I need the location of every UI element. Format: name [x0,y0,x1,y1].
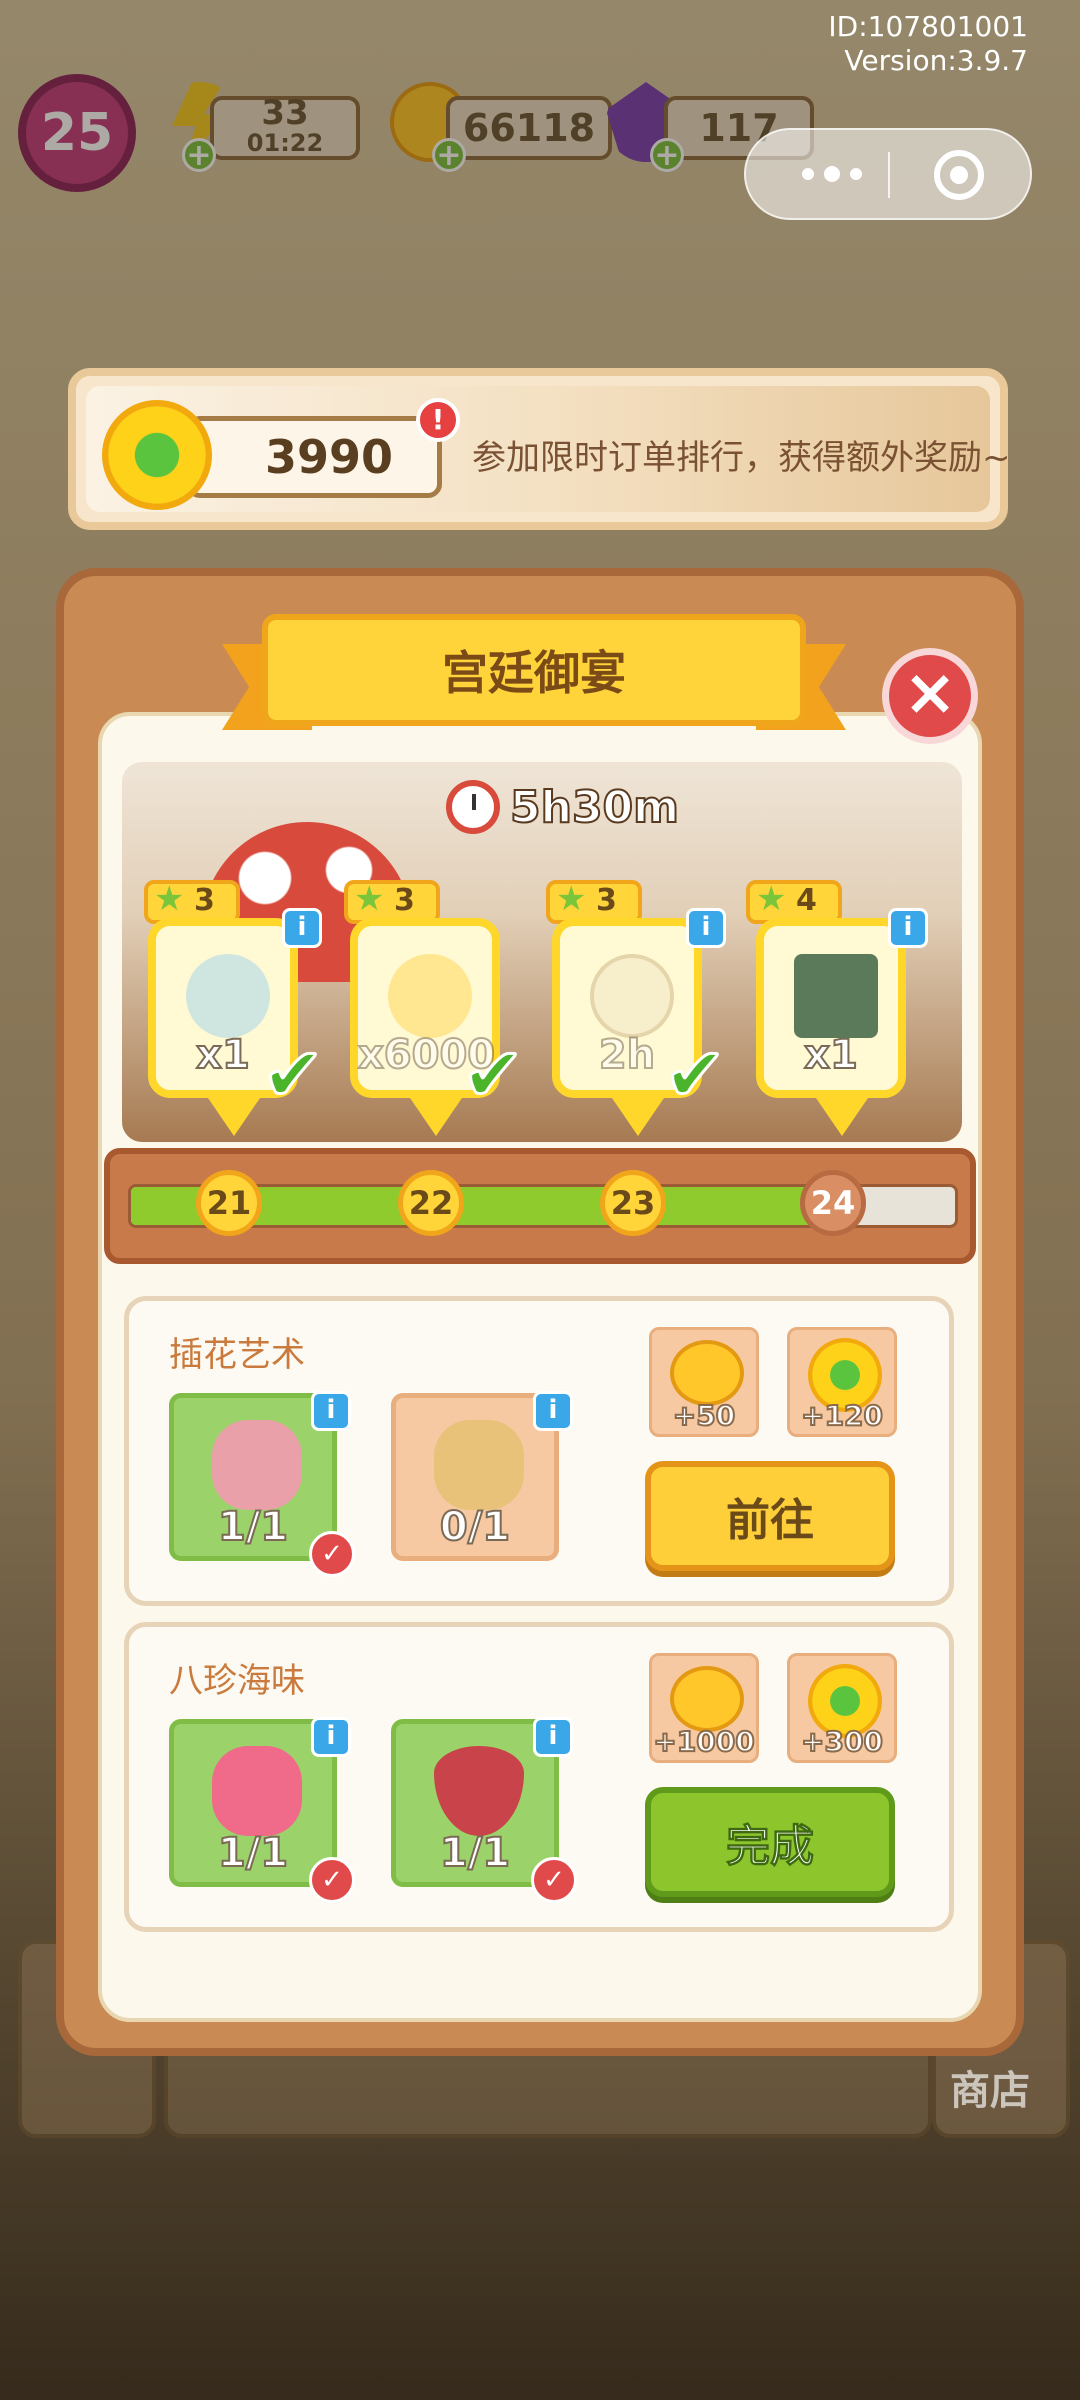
fountain-icon [186,954,270,1038]
milestone-node: 21 [196,1170,262,1236]
task-title: 插花艺术 [169,1335,305,1375]
ranking-banner[interactable]: 3990 ! 参加限时订单排行，获得额外奖励~ [68,368,1011,530]
build-id: ID:107801001 [828,10,1028,43]
reward-flower: +120 [787,1327,897,1437]
title-ribbon: 宫廷御宴 [222,614,846,738]
info-icon[interactable]: i [311,1717,351,1757]
bouquet-icon [212,1746,302,1836]
milestone-node: 24 [800,1170,866,1236]
mini-program-capsule [744,128,1032,220]
reward-pointer [208,1098,260,1136]
checkmark-icon: ✔ [460,1031,525,1120]
reward-pointer [816,1098,868,1136]
done-check-icon: ✓ [531,1857,577,1903]
reward-value: +120 [800,1398,884,1433]
capsule-divider [888,152,890,198]
coin-icon [388,954,472,1038]
coin-icon [670,1666,744,1732]
flower-gem-icon [102,400,212,510]
event-timer: 5h30m [446,780,680,834]
ranking-score: 3990 [186,416,442,498]
reward-coin: +1000 [649,1653,759,1763]
bottle-icon [212,1420,302,1510]
checkmark-icon: ✔ [260,1031,325,1120]
timer-text: 5h30m [509,781,680,834]
go-button[interactable]: 前往 [645,1461,895,1571]
build-info: ID:107801001 Version:3.9.7 [828,10,1028,78]
alert-icon[interactable]: ! [416,398,460,442]
stopwatch-icon [590,954,674,1038]
reward-coin: +50 [649,1327,759,1437]
more-menu-button[interactable] [782,130,882,218]
banner-text: 参加限时订单排行，获得额外奖励~ [472,438,1011,478]
reward-value: +1000 [652,1724,755,1759]
info-icon[interactable]: i [533,1717,573,1757]
item-progress: 1/1 [217,1503,289,1551]
shop-button-label[interactable]: 商店 [950,2058,1030,2116]
reward-pointer [612,1098,664,1136]
flower-crate-icon [434,1420,524,1510]
milestone-node: 23 [600,1170,666,1236]
task-card: 插花艺术 1/1 i ✓ 0/1 i +50 +120 前往 [124,1296,954,1606]
close-button[interactable]: × [882,648,978,744]
clock-icon [446,780,500,834]
info-icon[interactable]: i [686,908,726,948]
reward-pointer [410,1098,462,1136]
info-icon[interactable]: i [282,908,322,948]
close-program-icon[interactable] [934,150,984,200]
milestone-node: 22 [398,1170,464,1236]
reward-flower: +300 [787,1653,897,1763]
more-dot-icon [824,166,840,182]
reward-value: +50 [672,1398,736,1433]
more-dot-icon [802,168,814,180]
item-progress: 1/1 [439,1829,511,1877]
task-title: 八珍海味 [169,1661,305,1701]
reward-qty: x1 [803,1031,859,1079]
coin-icon [670,1340,744,1406]
info-icon[interactable]: i [888,908,928,948]
task-card: 八珍海味 1/1 i ✓ 1/1 i ✓ +1000 +300 完成 [124,1622,954,1932]
complete-button[interactable]: 完成 [645,1787,895,1897]
panel-title: 宫廷御宴 [262,614,806,726]
info-icon[interactable]: i [311,1391,351,1431]
build-version: Version:3.9.7 [844,44,1028,77]
checkmark-icon: ✔ [662,1031,727,1120]
done-check-icon: ✓ [309,1531,355,1577]
info-icon[interactable]: i [533,1391,573,1431]
reward-value: +300 [800,1724,884,1759]
soup-bowl-icon [434,1746,524,1836]
done-check-icon: ✓ [309,1857,355,1903]
item-progress: 1/1 [217,1829,289,1877]
pavilion-icon [794,954,878,1038]
reward-card[interactable]: x1 [756,918,906,1136]
item-progress: 0/1 [439,1503,511,1551]
more-dot-icon [850,168,862,180]
